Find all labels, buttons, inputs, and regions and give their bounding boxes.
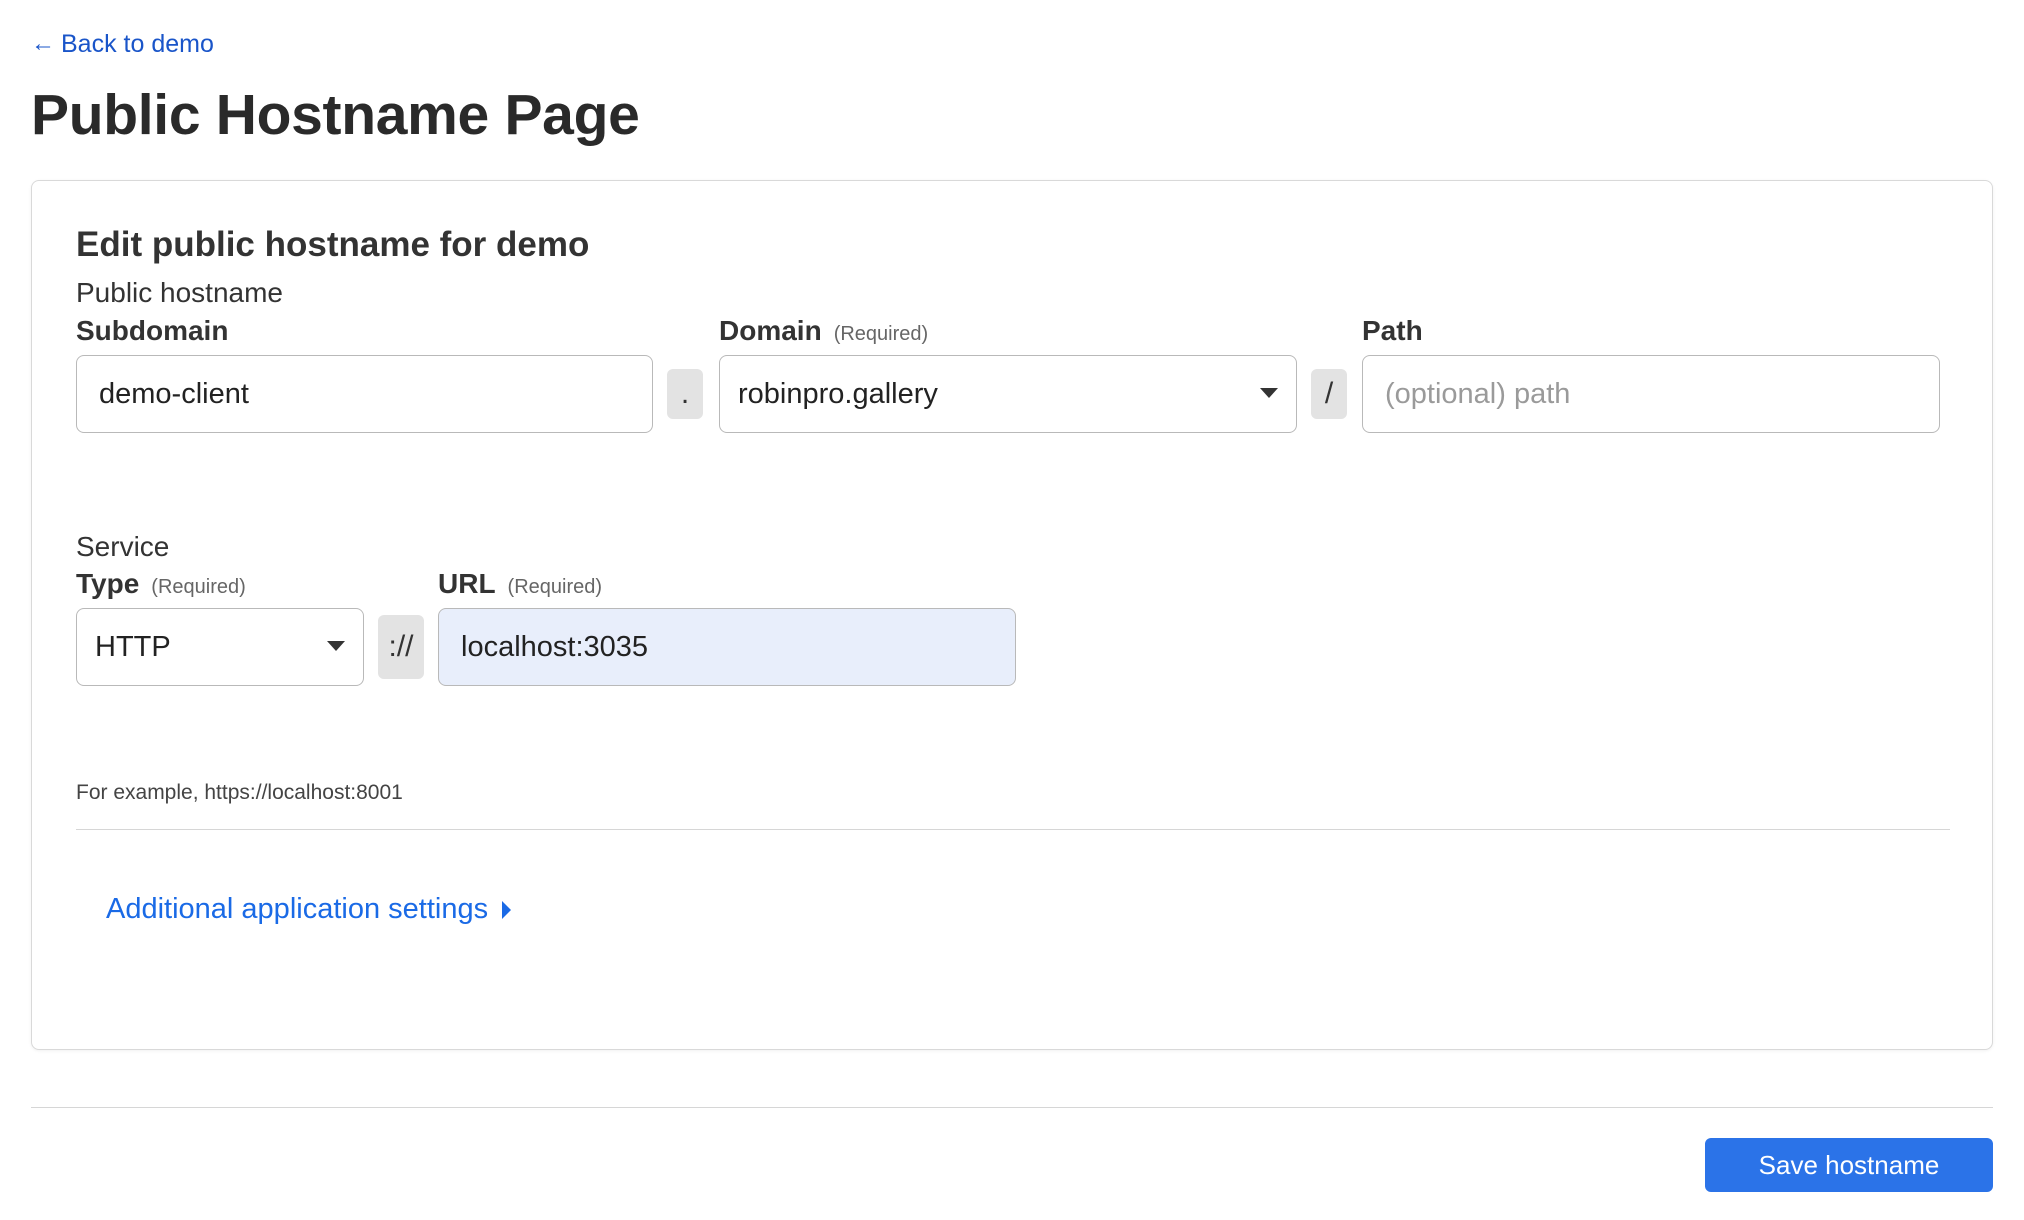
additional-settings-label: Additional application settings [106,893,489,925]
path-label: Path [1362,315,1423,346]
edit-hostname-card: Edit public hostname for demo Public hos… [31,180,1993,1050]
path-input[interactable] [1362,355,1940,433]
card-title: Edit public hostname for demo [76,225,590,264]
domain-selected-value: robinpro.gallery [738,377,938,410]
service-type-selected-value: HTTP [95,630,171,663]
back-link-label: Back to demo [61,29,214,58]
url-label: URL (Required) [438,568,603,599]
section-divider [76,829,1950,830]
subdomain-input[interactable] [76,355,653,433]
type-required-text: (Required) [151,576,246,598]
dot-separator: . [667,369,703,419]
page-title: Public Hostname Page [31,83,640,147]
public-hostname-section-label: Public hostname [76,277,284,308]
url-example-hint: For example, https://localhost:8001 [76,781,403,804]
save-hostname-button[interactable]: Save hostname [1705,1138,1993,1192]
page: ← Back to demo Public Hostname Page Edit… [31,26,1993,1050]
domain-required-text: (Required) [833,323,929,345]
footer-divider [31,1107,1993,1108]
back-to-demo-link[interactable]: ← Back to demo [31,26,214,62]
slash-separator: / [1311,369,1347,419]
service-type-select[interactable]: HTTP [76,608,364,686]
additional-application-settings-toggle[interactable]: Additional application settings [106,893,512,926]
domain-select[interactable]: robinpro.gallery [719,355,1297,433]
scheme-separator: :// [378,615,424,679]
caret-down-icon [327,641,345,651]
url-required-text: (Required) [507,576,603,598]
domain-label: Domain (Required) [719,315,929,346]
subdomain-label: Subdomain [76,315,229,346]
type-label: Type (Required) [76,568,246,599]
service-url-input[interactable] [438,608,1016,686]
service-section-label: Service [76,531,170,562]
caret-down-icon [1260,388,1278,398]
caret-right-icon [502,900,512,919]
arrow-left-icon: ← [31,30,55,57]
